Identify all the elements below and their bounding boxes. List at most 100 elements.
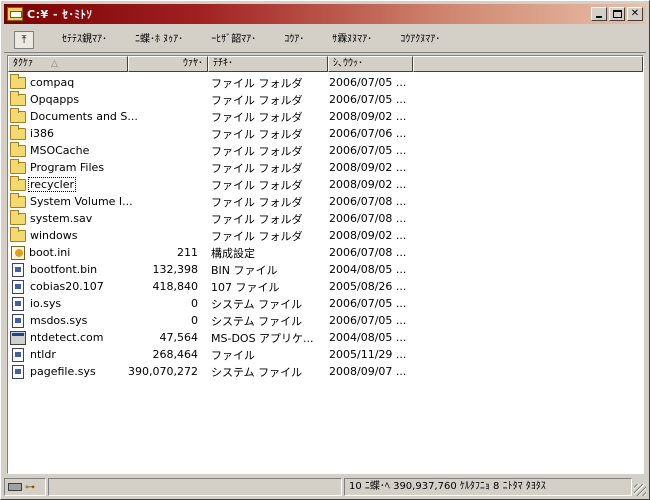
status-panel-empty [48, 478, 342, 496]
file-name-cell: system.sav [8, 210, 126, 225]
file-name: cobias20.107 [30, 280, 104, 293]
folder-up-icon[interactable]: ⤒ [14, 30, 34, 49]
column-date-header[interactable]: ｼ､ｳｳｯ･ [328, 56, 413, 72]
file-type: システム ファイル [211, 365, 303, 379]
file-row[interactable]: Opqapps ファイル フォルダ 2006/07/05 ... [8, 91, 643, 108]
minimize-button[interactable] [591, 7, 607, 21]
file-name-cell: bootfont.bin [8, 262, 126, 277]
file-type: システム ファイル [211, 297, 303, 311]
toolbar-button-1[interactable]: ｾﾃﾃｽ鋧ﾏｱ･ [48, 30, 121, 50]
file-name-cell: io.sys [8, 296, 126, 311]
file-type: ファイル フォルダ [211, 93, 303, 107]
file-date: 2005/08/26 ... [329, 280, 407, 293]
file-row[interactable]: compaq ファイル フォルダ 2006/07/05 ... [8, 74, 643, 91]
column-header: ﾀｸｹｧ △ ｳｧﾔ･ ﾃﾁｷ･ ｼ､ｳｳｯ･ [8, 56, 643, 72]
column-name-label: ﾀｸｹｧ [13, 58, 33, 69]
file-row[interactable]: boot.ini 211 構成設定 2006/07/08 ... [8, 244, 643, 261]
file-row[interactable]: bootfont.bin 132,398 BIN ファイル 2004/08/05 ..… [8, 261, 643, 278]
toolbar-button-2[interactable]: ﾆ蝶･ﾎ ﾇｩｱ･ [121, 30, 197, 50]
toolbar-button-6[interactable]: ｺｳｱｸﾇﾏｱ･ [386, 30, 454, 50]
folder-icon [10, 125, 26, 140]
folder-icon [10, 74, 26, 89]
column-name-header[interactable]: ﾀｸｹｧ △ [8, 56, 128, 72]
file-type: ファイル フォルダ [211, 229, 303, 243]
folder-icon [10, 227, 26, 242]
file-size: 268,464 [152, 348, 199, 361]
file-row[interactable]: msdos.sys 0 システム ファイル 2006/07/05 ... [8, 312, 643, 329]
explorer-window: C:¥ - ｾ･ﾐﾄｿ ✕ ⤒ ｾﾃﾃｽ鋧ﾏｱ･ ﾆ蝶･ﾎ ﾇｩｱ･ ｰﾋｻﾞ韶… [0, 0, 650, 500]
file-row[interactable]: System Volume I... ファイル フォルダ 2006/07/08 ..… [8, 193, 643, 210]
folder-icon [10, 176, 26, 191]
file-name: Program Files [30, 161, 105, 174]
title-bar[interactable]: C:¥ - ｾ･ﾐﾄｿ ✕ [4, 4, 646, 24]
file-type: ファイル フォルダ [211, 76, 303, 90]
file-list[interactable]: ﾀｸｹｧ △ ｳｧﾔ･ ﾃﾁｷ･ ｼ､ｳｳｯ･ compaq ファイル フォルダ 20… [7, 55, 644, 474]
file-name-cell: compaq [8, 74, 126, 89]
file-row[interactable]: ntdetect.com 47,564 MS-DOS アプリケ... 2004/08/… [8, 329, 643, 346]
file-row[interactable]: cobias20.107 418,840 107 ファイル 2005/08/26 ..… [8, 278, 643, 295]
column-size-header[interactable]: ｳｧﾔ･ [128, 56, 208, 72]
file-rows: compaq ファイル フォルダ 2006/07/05 ... Opqapps ファイル… [8, 74, 643, 380]
folder-icon [7, 7, 23, 21]
file-type: ファイル フォルダ [211, 144, 303, 158]
file-row[interactable]: Program Files ファイル フォルダ 2008/09/02 ... [8, 159, 643, 176]
file-icon [12, 364, 24, 379]
file-row[interactable]: io.sys 0 システム ファイル 2006/07/05 ... [8, 295, 643, 312]
file-icon [12, 313, 24, 328]
file-row[interactable]: Documents and S... ファイル フォルダ 2008/09/02 ..… [8, 108, 643, 125]
file-name: ntdetect.com [30, 331, 104, 344]
file-type: ファイル フォルダ [211, 178, 303, 192]
file-name-cell: ntldr [8, 347, 126, 362]
file-name-cell: MSOCache [8, 142, 126, 157]
file-date: 2006/07/05 ... [329, 93, 407, 106]
file-date: 2006/07/05 ... [329, 314, 407, 327]
window-controls: ✕ [589, 7, 643, 21]
maximize-button[interactable] [609, 7, 625, 21]
toolbar: ⤒ ｾﾃﾃｽ鋧ﾏｱ･ ﾆ蝶･ﾎ ﾇｩｱ･ ｰﾋｻﾞ韶ﾏｱ･ ｺｳｱ･ ｻ霖ﾇﾇﾏ… [4, 27, 646, 53]
file-row[interactable]: pagefile.sys 390,070,272 システム ファイル 2008/09/… [8, 363, 643, 380]
folder-icon [10, 108, 26, 123]
toolbar-button-4[interactable]: ｺｳｱ･ [270, 30, 318, 50]
status-bar: ⊶ 10 ﾆ蝶･ﾍ 390,937,760 ｹﾙﾀﾌﾆｮ 8 ﾆﾄﾀﾏ ﾀﾖﾀｽ [4, 477, 646, 497]
toolbar-button-5[interactable]: ｻ霖ﾇﾇﾏｱ･ [318, 30, 386, 50]
file-row[interactable]: system.sav ファイル フォルダ 2006/07/08 ... [8, 210, 643, 227]
file-name: Documents and S... [30, 110, 138, 123]
file-row[interactable]: recycler ファイル フォルダ 2008/09/02 ... [8, 176, 643, 193]
file-type: ファイル フォルダ [211, 212, 303, 226]
file-date: 2008/09/07 ... [329, 365, 407, 378]
close-button[interactable]: ✕ [627, 7, 643, 21]
maximize-icon [612, 10, 622, 18]
file-type: システム ファイル [211, 314, 303, 328]
column-type-header[interactable]: ﾃﾁｷ･ [208, 56, 328, 72]
file-row[interactable]: MSOCache ファイル フォルダ 2006/07/05 ... [8, 142, 643, 159]
status-summary: 10 ﾆ蝶･ﾍ 390,937,760 ｹﾙﾀﾌﾆｮ 8 ﾆﾄﾀﾏ ﾀﾖﾀｽ [344, 478, 632, 496]
file-name-cell: recycler [8, 176, 126, 192]
file-date: 2006/07/06 ... [329, 127, 407, 140]
file-name-cell: ntdetect.com [8, 330, 126, 345]
file-name: io.sys [30, 297, 62, 310]
file-date: 2006/07/05 ... [329, 297, 407, 310]
file-name-cell: System Volume I... [8, 193, 133, 208]
file-type: ファイル フォルダ [211, 110, 303, 124]
folder-icon [10, 193, 26, 208]
file-name: compaq [30, 76, 75, 89]
file-date: 2004/08/05 ... [329, 263, 407, 276]
window-title: C:¥ - ｾ･ﾐﾄｿ [27, 8, 93, 21]
file-type: ファイル フォルダ [211, 127, 303, 141]
file-icon [12, 347, 24, 362]
file-name: i386 [30, 127, 55, 140]
resize-grip[interactable] [634, 484, 646, 496]
file-row[interactable]: i386 ファイル フォルダ 2006/07/06 ... [8, 125, 643, 142]
file-name-cell: cobias20.107 [8, 279, 126, 294]
file-row[interactable]: ntldr 268,464 ファイル 2005/11/29 ... [8, 346, 643, 363]
toolbar-button-3[interactable]: ｰﾋｻﾞ韶ﾏｱ･ [197, 30, 270, 50]
file-name-cell: Opqapps [8, 91, 126, 106]
application-icon [10, 330, 26, 345]
folder-icon [10, 210, 26, 225]
file-name: MSOCache [30, 144, 90, 157]
file-row[interactable]: windows ファイル フォルダ 2008/09/02 ... [8, 227, 643, 244]
file-name-cell: Program Files [8, 159, 126, 174]
file-type: BIN ファイル [211, 263, 278, 277]
settings-file-icon [11, 245, 25, 260]
file-name: System Volume I... [30, 195, 133, 208]
